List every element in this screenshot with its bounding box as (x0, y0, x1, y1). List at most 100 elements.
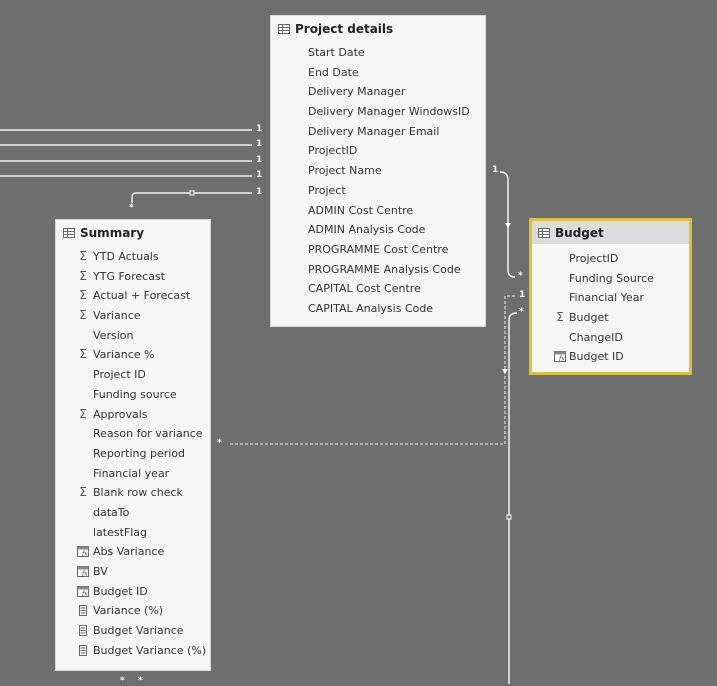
field-label: Variance (%) (93, 604, 164, 618)
field-label: Actual + Forecast (93, 289, 191, 303)
field-label: Budget Variance (93, 624, 184, 638)
measure-icon (79, 625, 87, 637)
sigma-icon: Σ (79, 249, 87, 263)
cardinality-one-label: 1 (519, 290, 526, 300)
field-label: Financial year (93, 466, 170, 480)
field-row[interactable]: Reason for variance (56, 424, 210, 444)
field-row[interactable]: CAPITAL Cost Centre (271, 279, 485, 299)
field-label: Approvals (93, 407, 148, 421)
field-row[interactable]: Funding source (56, 385, 210, 405)
direction-marker (506, 514, 512, 520)
field-row[interactable]: Delivery Manager (271, 82, 485, 102)
field-row[interactable]: Version (56, 326, 210, 346)
field-row[interactable]: Σ Variance (56, 306, 210, 326)
relationship-line[interactable] (508, 312, 518, 684)
table-icon (63, 228, 75, 238)
field-row[interactable]: Project (271, 181, 485, 201)
calculated-column-icon: fx (554, 351, 566, 363)
field-row[interactable]: Project ID (56, 365, 210, 385)
field-label: BV (93, 565, 108, 578)
field-row[interactable]: Funding Source (532, 269, 689, 289)
field-row[interactable]: Σ Budget (532, 308, 689, 328)
field-label: PROGRAMME Analysis Code (308, 262, 461, 276)
budget-table-header[interactable]: Budget (532, 221, 689, 244)
table-title: Summary (80, 226, 145, 240)
field-row[interactable]: Σ Variance % (56, 345, 210, 365)
field-label: Variance (93, 309, 141, 323)
field-row[interactable]: Project Name (271, 161, 485, 181)
cardinality-many-label: * (138, 676, 143, 686)
field-row[interactable]: Σ Blank row check (56, 483, 210, 503)
field-label: End Date (308, 65, 359, 79)
field-row[interactable]: ProjectID (271, 141, 485, 161)
field-list: ProjectID Funding Source Financial Year Σ Bu… (532, 244, 689, 367)
table-title: Budget (555, 225, 604, 240)
field-list: Start Date End Date Delivery Manager Delive… (271, 42, 485, 319)
field-label: Funding Source (569, 271, 654, 285)
cardinality-one-label: 1 (492, 165, 499, 175)
field-list: Σ YTD Actuals Σ YTG Forecast Σ Actual + Forec… (56, 246, 210, 660)
field-row[interactable]: fx BV (56, 562, 210, 582)
field-row[interactable]: PROGRAMME Cost Centre (271, 240, 485, 260)
table-icon (538, 227, 550, 238)
field-label: Funding source (93, 387, 177, 401)
direction-marker (505, 223, 511, 228)
field-row[interactable]: Budget Variance (56, 621, 210, 641)
table-icon (278, 24, 290, 34)
budget-table-card[interactable]: Budget ProjectID Funding Source Financial … (529, 218, 692, 375)
field-label: Start Date (308, 46, 365, 59)
field-row[interactable]: Σ YTD Actuals (56, 247, 210, 267)
field-row[interactable]: dataTo (56, 503, 210, 523)
field-label: ADMIN Cost Centre (308, 203, 414, 217)
direction-marker (502, 369, 508, 374)
cardinality-many-label: * (519, 307, 524, 317)
field-row[interactable]: Start Date (271, 43, 485, 63)
cardinality-one-label: 1 (256, 124, 263, 134)
field-row[interactable]: Financial year (56, 464, 210, 484)
field-row[interactable]: fx Budget ID (532, 347, 689, 367)
cardinality-one-label: 1 (256, 139, 263, 149)
field-label: Budget ID (569, 350, 624, 364)
field-row[interactable]: Delivery Manager Email (271, 122, 485, 142)
field-row[interactable]: fx Abs Variance (56, 542, 210, 562)
field-label: Reason for variance (93, 427, 203, 441)
field-row[interactable]: End Date (271, 63, 485, 83)
summary-table-header[interactable]: Summary (56, 220, 210, 246)
summary-table-card[interactable]: Summary Σ YTD Actuals Σ YTG Forecast Σ Actual… (55, 219, 211, 671)
field-row[interactable]: Σ Approvals (56, 405, 210, 425)
field-row[interactable]: fx Budget ID (56, 582, 210, 602)
field-row[interactable]: ADMIN Analysis Code (271, 220, 485, 240)
field-row[interactable]: Σ YTG Forecast (56, 267, 210, 287)
svg-text:fx: fx (81, 551, 88, 558)
field-label: ProjectID (569, 252, 619, 265)
field-label: Delivery Manager Email (308, 124, 440, 138)
field-row[interactable]: Reporting period (56, 444, 210, 464)
field-row[interactable]: Budget Variance (%) (56, 641, 210, 661)
measure-icon (79, 605, 87, 617)
field-row[interactable]: Variance (%) (56, 601, 210, 621)
field-row[interactable]: CAPITAL Analysis Code (271, 299, 485, 319)
field-row[interactable]: PROGRAMME Analysis Code (271, 260, 485, 280)
field-label: ProjectID (308, 144, 358, 158)
cardinality-one-label: 1 (256, 187, 263, 197)
field-label: Version (93, 328, 134, 342)
field-label: Project Name (308, 164, 382, 178)
field-row[interactable]: ProjectID (532, 249, 689, 269)
field-label: Budget Variance (%) (93, 643, 207, 657)
field-row[interactable]: Σ Actual + Forecast (56, 286, 210, 306)
sigma-icon: Σ (79, 268, 87, 283)
project-details-table-card[interactable]: Project details Start Date End Date Delive… (270, 15, 486, 327)
field-label: Delivery Manager WindowsID (308, 105, 470, 119)
field-label: Abs Variance (93, 545, 165, 559)
sigma-icon: Σ (79, 347, 87, 362)
field-row[interactable]: Financial Year (532, 288, 689, 308)
field-label: dataTo (93, 505, 130, 519)
sigma-icon: Σ (556, 310, 564, 325)
field-row[interactable]: ADMIN Cost Centre (271, 201, 485, 221)
field-row[interactable]: Delivery Manager WindowsID (271, 102, 485, 122)
field-label: ChangeID (569, 330, 623, 344)
field-label: YTG Forecast (93, 269, 166, 283)
field-row[interactable]: ChangeID (532, 328, 689, 348)
project-details-table-header[interactable]: Project details (271, 16, 485, 42)
field-row[interactable]: latestFlag (56, 523, 210, 543)
